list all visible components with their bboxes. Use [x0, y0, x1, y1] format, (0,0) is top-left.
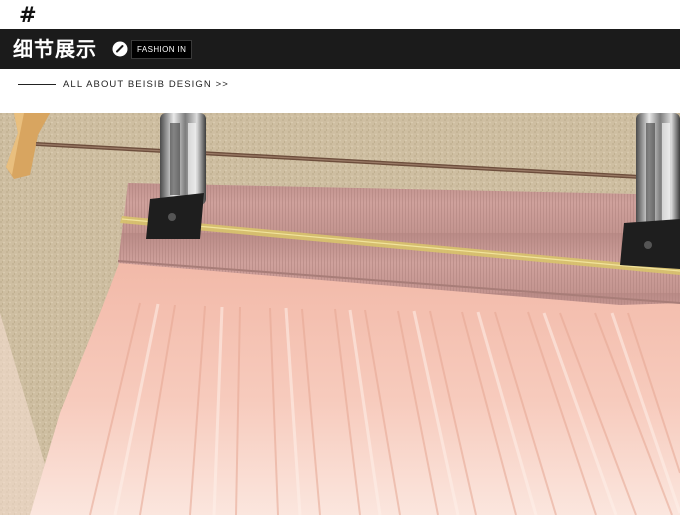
section-title: 细节展示 — [13, 37, 97, 61]
circle-slash-icon — [112, 41, 128, 57]
subtitle-divider — [18, 84, 56, 85]
fashion-tag: FASHION IN — [131, 40, 193, 59]
section-banner: 细节展示 FASHION IN — [0, 29, 680, 69]
product-detail-photo — [0, 113, 680, 515]
subtitle: ALL ABOUT BEISIB DESIGN >> — [63, 79, 229, 90]
hash-mark: # — [19, 3, 37, 27]
